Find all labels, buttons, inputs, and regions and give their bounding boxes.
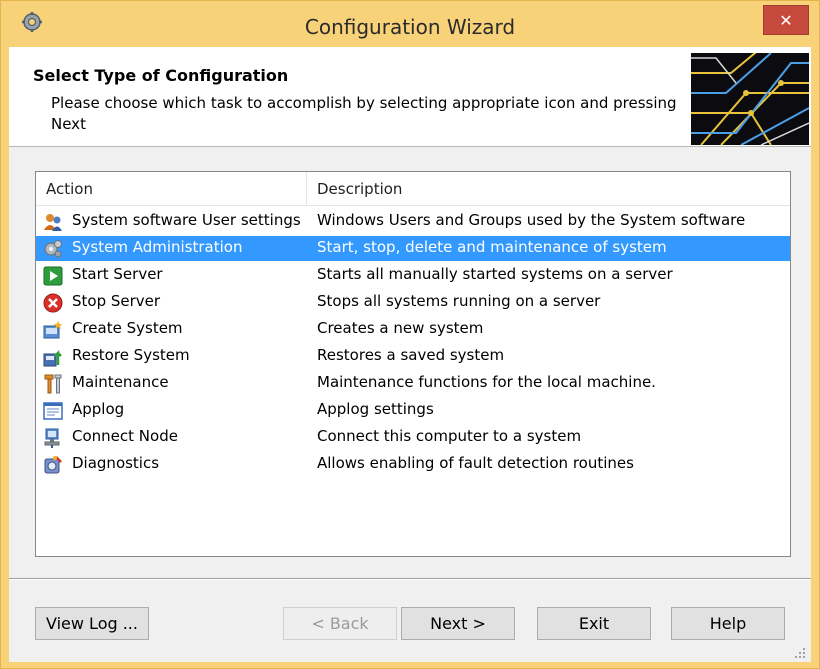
- diagnostics-icon: [44, 456, 62, 474]
- row-action: Restore System: [72, 346, 190, 364]
- list-item-restore-system[interactable]: Restore System Restores a saved system: [36, 344, 790, 369]
- list-item-diagnostics[interactable]: Diagnostics Allows enabling of fault det…: [36, 452, 790, 477]
- row-description: Stops all systems running on a server: [317, 292, 601, 310]
- circuit-banner-image: [691, 53, 809, 145]
- close-button[interactable]: ✕: [763, 5, 809, 35]
- play-icon: [43, 266, 63, 286]
- row-action: System Administration: [72, 238, 243, 256]
- row-action: Diagnostics: [72, 454, 160, 472]
- row-description: Starts all manually started systems on a…: [317, 265, 673, 283]
- header-title: Select Type of Configuration: [33, 66, 289, 85]
- log-icon: [43, 402, 63, 420]
- row-description: Connect this computer to a system: [317, 427, 582, 445]
- row-action: Start Server: [72, 265, 163, 283]
- row-description: Maintenance functions for the local mach…: [317, 373, 656, 391]
- new-system-icon: [43, 321, 63, 339]
- restore-icon: [43, 349, 62, 367]
- list-item-maintenance[interactable]: Maintenance Maintenance functions for th…: [36, 371, 790, 396]
- list-item-stop-server[interactable]: Stop Server Stops all systems running on…: [36, 290, 790, 315]
- help-button[interactable]: Help: [671, 607, 785, 640]
- tools-icon: [44, 374, 62, 394]
- list-item-start-server[interactable]: Start Server Starts all manually started…: [36, 263, 790, 288]
- list-item-connect-node[interactable]: Connect Node Connect this computer to a …: [36, 425, 790, 450]
- window-title: Configuration Wizard: [304, 15, 516, 39]
- configuration-wizard-window: Configuration Wizard ✕ Select Type of Co…: [0, 0, 820, 669]
- header-subtitle: Please choose which task to accomplish b…: [51, 94, 677, 133]
- list-header: Action Description: [36, 172, 790, 206]
- row-description: Start, stop, delete and maintenance of s…: [317, 238, 667, 256]
- back-button[interactable]: < Back: [283, 607, 397, 640]
- row-action: Stop Server: [72, 292, 161, 310]
- button-bar-separator: [9, 578, 811, 580]
- row-description: Allows enabling of fault detection routi…: [317, 454, 634, 472]
- resize-grip-icon[interactable]: [794, 647, 806, 659]
- network-node-icon: [44, 428, 60, 448]
- column-header-action[interactable]: Action: [36, 172, 307, 206]
- list-item-system-administration[interactable]: System Administration Start, stop, delet…: [36, 236, 790, 261]
- list-item-system-software-user-settings[interactable]: System software User settings Windows Us…: [36, 209, 790, 234]
- title-bar[interactable]: Configuration Wizard ✕: [1, 1, 819, 47]
- action-list[interactable]: Action Description System software User …: [35, 171, 791, 557]
- list-item-create-system[interactable]: Create System Creates a new system: [36, 317, 790, 342]
- row-description: Creates a new system: [317, 319, 484, 337]
- row-action: Applog: [72, 400, 125, 418]
- next-button[interactable]: Next >: [401, 607, 515, 640]
- stop-icon: [43, 293, 63, 313]
- row-action: System software User settings: [72, 211, 301, 229]
- row-action: Create System: [72, 319, 183, 337]
- row-action: Connect Node: [72, 427, 178, 445]
- exit-button[interactable]: Exit: [537, 607, 651, 640]
- row-description: Applog settings: [317, 400, 434, 418]
- row-description: Restores a saved system: [317, 346, 505, 364]
- view-log-button[interactable]: View Log ...: [35, 607, 149, 640]
- column-header-description[interactable]: Description: [307, 172, 790, 206]
- row-description: Windows Users and Groups used by the Sys…: [317, 211, 746, 229]
- header-panel: Select Type of Configuration Please choo…: [9, 47, 811, 147]
- list-item-applog[interactable]: Applog Applog settings: [36, 398, 790, 423]
- users-icon: [44, 214, 62, 231]
- row-action: Maintenance: [72, 373, 169, 391]
- gears-icon: [44, 240, 62, 258]
- dialog-body: Select Type of Configuration Please choo…: [9, 47, 811, 662]
